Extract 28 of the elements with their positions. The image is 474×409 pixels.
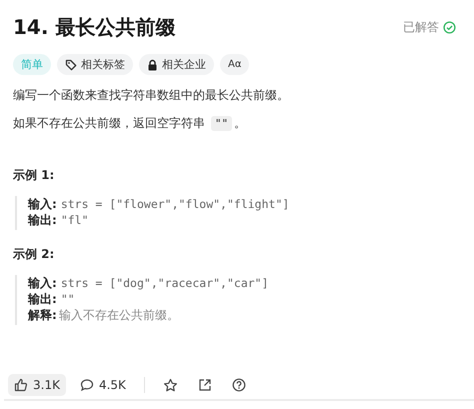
- speech-bubble-icon: [80, 378, 94, 392]
- thumbs-up-icon: [14, 378, 28, 392]
- example-value: strs = ["dog","racecar","car"]: [60, 275, 269, 291]
- example-label: 输出:: [28, 212, 57, 228]
- help-icon[interactable]: [232, 378, 246, 392]
- example-label: 解释:: [28, 307, 57, 323]
- example-heading: 示例 1:: [13, 167, 56, 184]
- problem-title: 14. 最长公共前缀: [13, 14, 176, 41]
- description-text: 编写一个函数来查找字符串数组中的最长公共前缀。: [13, 87, 290, 104]
- star-icon[interactable]: [162, 378, 178, 392]
- example-value: "": [60, 291, 75, 307]
- example-explanation: 输入不存在公共前缀。: [58, 307, 179, 323]
- example-label: 输出:: [28, 291, 57, 307]
- example-value: "fl": [60, 212, 89, 228]
- description-text: 如果不存在公共前缀，返回空字符串 "" 。: [13, 115, 248, 133]
- companies-button[interactable]: 相关企业: [139, 54, 214, 75]
- share-icon[interactable]: [198, 378, 212, 392]
- font-size-button[interactable]: Aα: [220, 54, 250, 75]
- solved-label: 已解答: [403, 19, 439, 36]
- topic-tags-button[interactable]: 相关标签: [57, 54, 133, 75]
- example-heading: 示例 2:: [13, 246, 56, 263]
- lock-icon: [147, 58, 158, 70]
- example-label: 输入:: [28, 196, 57, 212]
- like-button[interactable]: 3.1K: [8, 374, 66, 396]
- example-label: 输入:: [28, 275, 57, 291]
- comments-button[interactable]: 4.5K: [74, 374, 132, 396]
- example-value: strs = ["flower","flow","flight"]: [60, 196, 290, 212]
- tag-icon: [65, 58, 77, 70]
